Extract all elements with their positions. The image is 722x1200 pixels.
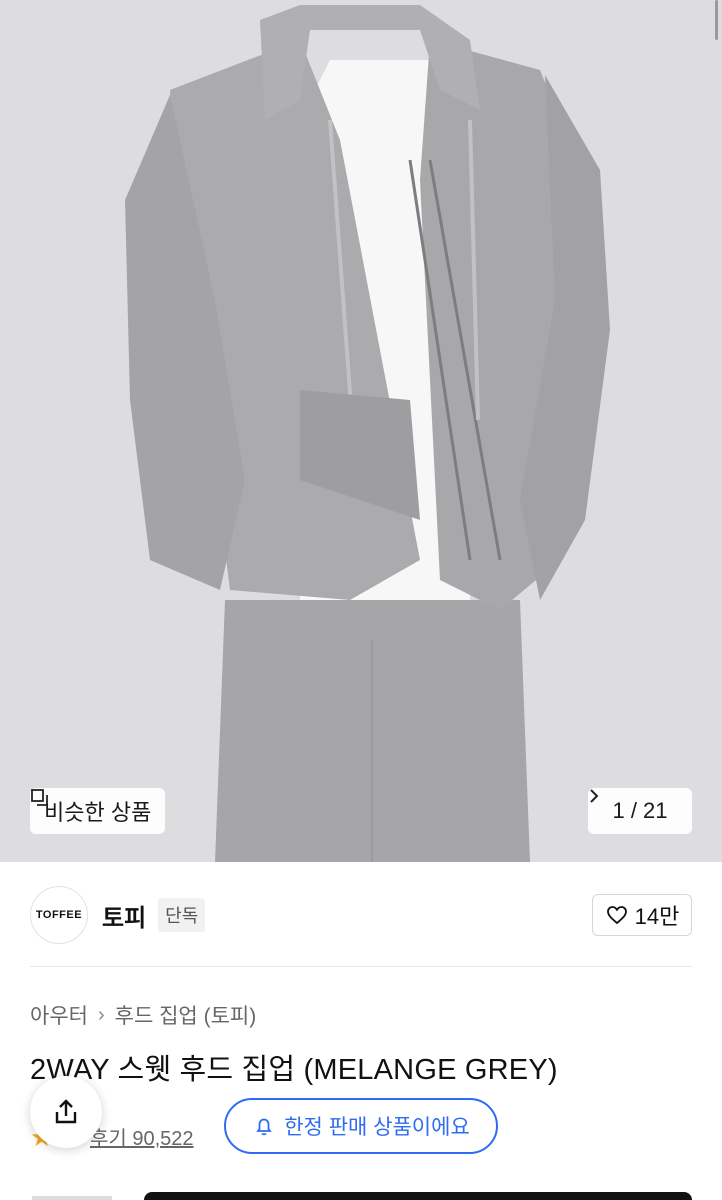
copy-icon	[31, 789, 48, 806]
share-icon	[55, 1099, 77, 1124]
scroll-indicator	[715, 0, 718, 40]
product-title: 2WAY 스웻 후드 집업 (MELANGE GREY)	[30, 1054, 558, 1086]
exclusive-badge: 단독	[158, 898, 206, 932]
pager-text: 1 / 21	[612, 798, 668, 823]
share-button[interactable]	[30, 1076, 102, 1148]
image-pager[interactable]: 1 / 21	[588, 788, 692, 834]
brand-name[interactable]: 토피	[102, 898, 146, 933]
breadcrumb-item-hood-zipup[interactable]: 후드 집업 (토피)	[115, 1000, 257, 1030]
brand-logo[interactable]: TOFFEE	[30, 886, 88, 944]
brand-logo-text: TOFFEE	[35, 909, 83, 921]
bottom-left-hint	[32, 1196, 112, 1200]
like-button[interactable]: 14만	[592, 894, 692, 936]
limited-sale-toast[interactable]: 한정 판매 상품이에요	[224, 1098, 498, 1154]
brand-row: TOFFEE 토피 단독 14만	[30, 886, 692, 944]
similar-products-label: 비슷한 상품	[44, 800, 152, 825]
chevron-right-icon: ›	[97, 1003, 105, 1026]
heart-icon	[606, 906, 627, 925]
limited-sale-label: 한정 판매 상품이에요	[284, 1116, 470, 1139]
breadcrumb: 아우터 › 후드 집업 (토피)	[30, 1000, 256, 1030]
product-image[interactable]: 비슷한 상품 1 / 21	[0, 0, 722, 862]
reviews-link[interactable]: 후기 90,522	[90, 1122, 194, 1151]
divider	[30, 966, 692, 967]
chevron-right-icon	[590, 789, 599, 803]
purchase-bar[interactable]	[144, 1192, 692, 1200]
like-count: 14만	[634, 904, 680, 929]
bell-icon	[256, 1118, 273, 1136]
product-photo-illustration	[0, 0, 722, 862]
breadcrumb-item-outer[interactable]: 아우터	[30, 1000, 88, 1030]
similar-products-button[interactable]: 비슷한 상품	[30, 788, 166, 834]
